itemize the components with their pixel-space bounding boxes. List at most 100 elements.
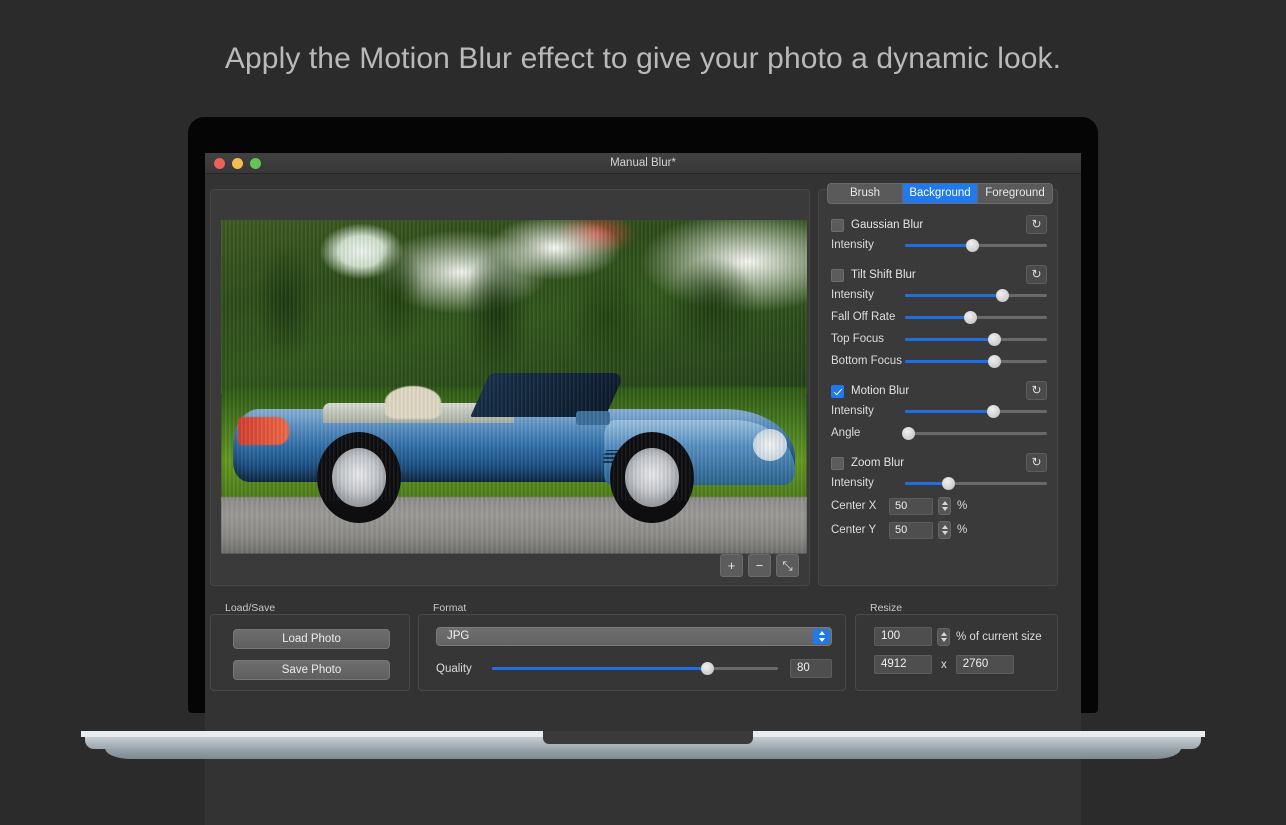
- zoom-intensity-knob[interactable]: [942, 477, 955, 490]
- tilt-falloff-row[interactable]: Fall Off Rate: [831, 306, 1047, 328]
- tab-background[interactable]: Background: [903, 184, 978, 203]
- laptop-base-shadow: [105, 748, 1181, 759]
- motion-blur-label: Motion Blur: [851, 385, 909, 397]
- resize-height-input[interactable]: 2760: [956, 655, 1014, 674]
- tilt-bottomfocus-label: Bottom Focus: [831, 355, 905, 367]
- load-photo-button[interactable]: Load Photo: [233, 629, 390, 649]
- zoom-intensity-row[interactable]: Intensity: [831, 472, 1047, 494]
- center-y-stepper[interactable]: [938, 521, 951, 539]
- save-photo-button[interactable]: Save Photo: [233, 660, 390, 680]
- chevron-updown-icon[interactable]: [813, 629, 830, 644]
- preview-toolbar: + − ⤡: [720, 554, 799, 577]
- quality-value-input[interactable]: 80: [790, 659, 832, 678]
- quality-knob[interactable]: [701, 662, 714, 675]
- zoom-blur-group: Zoom Blur ↻ Intensity Center X 50: [831, 454, 1047, 542]
- tilt-topfocus-knob[interactable]: [988, 333, 1001, 346]
- window-controls[interactable]: [214, 153, 261, 174]
- fit-to-screen-icon[interactable]: ⤡: [776, 554, 799, 577]
- zoom-reset-icon[interactable]: ↻: [1026, 453, 1047, 472]
- dimension-separator: x: [941, 659, 947, 671]
- gaussian-blur-row[interactable]: Gaussian Blur ↻: [831, 216, 1047, 234]
- tilt-shift-label: Tilt Shift Blur: [851, 269, 916, 281]
- quality-label: Quality: [436, 663, 492, 675]
- tilt-topfocus-slider[interactable]: [905, 338, 1047, 341]
- center-y-input[interactable]: 50: [889, 522, 933, 539]
- tilt-topfocus-label: Top Focus: [831, 333, 905, 345]
- preview-panel: + − ⤡: [210, 189, 810, 586]
- window-title: Manual Blur*: [205, 153, 1081, 174]
- zoom-blur-label: Zoom Blur: [851, 457, 904, 469]
- tilt-intensity-knob[interactable]: [996, 289, 1009, 302]
- tab-bar: Brush Background Foreground: [827, 183, 1053, 204]
- window-titlebar: Manual Blur*: [205, 153, 1081, 174]
- resize-percent-label: % of current size: [956, 631, 1042, 643]
- tab-brush[interactable]: Brush: [828, 184, 903, 203]
- gaussian-reset-icon[interactable]: ↻: [1026, 215, 1047, 234]
- center-y-row[interactable]: Center Y 50 %: [831, 518, 1047, 542]
- tilt-falloff-slider[interactable]: [905, 316, 1047, 319]
- format-box: JPG Quality 80: [418, 614, 846, 691]
- quality-row: Quality 80: [436, 659, 832, 678]
- app-window: Manual Blur*: [205, 153, 1081, 825]
- resize-percent-stepper[interactable]: [937, 628, 950, 646]
- zoom-intensity-slider[interactable]: [905, 482, 1047, 485]
- load-save-group-label: Load/Save: [225, 602, 275, 614]
- photo-preview[interactable]: [221, 220, 807, 554]
- zoom-blur-row[interactable]: Zoom Blur ↻: [831, 454, 1047, 472]
- zoom-intensity-label: Intensity: [831, 477, 905, 489]
- resize-percent-input[interactable]: 100: [874, 627, 932, 646]
- maximize-button[interactable]: [250, 158, 261, 169]
- format-group-label: Format: [433, 602, 466, 614]
- format-select[interactable]: JPG: [436, 627, 832, 646]
- tilt-bottomfocus-knob[interactable]: [988, 355, 1001, 368]
- zoom-out-icon[interactable]: −: [748, 554, 771, 577]
- motion-reset-icon[interactable]: ↻: [1026, 381, 1047, 400]
- motion-intensity-slider[interactable]: [905, 410, 1047, 413]
- app-body: + − ⤡ Brush Background Foreground Gaussi…: [205, 174, 1081, 824]
- tilt-shift-row[interactable]: Tilt Shift Blur ↻: [831, 266, 1047, 284]
- motion-intensity-knob[interactable]: [987, 405, 1000, 418]
- zoom-blur-checkbox[interactable]: [831, 457, 844, 470]
- tilt-intensity-label: Intensity: [831, 289, 905, 301]
- resize-dimensions-row: 4912 x 2760: [874, 655, 1014, 674]
- center-y-label: Center Y: [831, 524, 889, 536]
- resize-box: 100 % of current size 4912 x 2760: [855, 614, 1058, 691]
- tilt-bottomfocus-slider[interactable]: [905, 360, 1047, 363]
- motion-intensity-row[interactable]: Intensity: [831, 400, 1047, 422]
- tilt-topfocus-row[interactable]: Top Focus: [831, 328, 1047, 350]
- tilt-intensity-row[interactable]: Intensity: [831, 284, 1047, 306]
- gaussian-intensity-slider[interactable]: [905, 244, 1047, 247]
- center-y-unit: %: [957, 524, 967, 536]
- gaussian-intensity-row[interactable]: Intensity: [831, 234, 1047, 256]
- laptop-base-notch: [543, 731, 753, 744]
- tilt-falloff-label: Fall Off Rate: [831, 311, 905, 323]
- center-x-stepper[interactable]: [938, 497, 951, 515]
- motion-angle-knob[interactable]: [902, 427, 915, 440]
- close-button[interactable]: [214, 158, 225, 169]
- page-title: Apply the Motion Blur effect to give you…: [0, 42, 1286, 76]
- motion-blur-checkbox[interactable]: [831, 385, 844, 398]
- quality-slider[interactable]: [492, 667, 778, 670]
- resize-width-input[interactable]: 4912: [874, 655, 932, 674]
- tilt-bottomfocus-row[interactable]: Bottom Focus: [831, 350, 1047, 372]
- motion-blur-streaks: [221, 220, 807, 501]
- center-x-unit: %: [957, 500, 967, 512]
- tilt-shift-reset-icon[interactable]: ↻: [1026, 265, 1047, 284]
- minimize-button[interactable]: [232, 158, 243, 169]
- center-x-input[interactable]: 50: [889, 498, 933, 515]
- tilt-falloff-knob[interactable]: [964, 311, 977, 324]
- gaussian-blur-checkbox[interactable]: [831, 219, 844, 232]
- tab-foreground[interactable]: Foreground: [978, 184, 1052, 203]
- center-x-label: Center X: [831, 500, 889, 512]
- motion-angle-slider[interactable]: [905, 432, 1047, 435]
- gaussian-intensity-label: Intensity: [831, 239, 905, 251]
- resize-group-label: Resize: [870, 602, 902, 614]
- tilt-shift-checkbox[interactable]: [831, 269, 844, 282]
- zoom-in-icon[interactable]: +: [720, 554, 743, 577]
- motion-intensity-label: Intensity: [831, 405, 905, 417]
- center-x-row[interactable]: Center X 50 %: [831, 494, 1047, 518]
- motion-blur-row[interactable]: Motion Blur ↻: [831, 382, 1047, 400]
- gaussian-intensity-knob[interactable]: [966, 239, 979, 252]
- tilt-intensity-slider[interactable]: [905, 294, 1047, 297]
- motion-angle-row[interactable]: Angle: [831, 422, 1047, 444]
